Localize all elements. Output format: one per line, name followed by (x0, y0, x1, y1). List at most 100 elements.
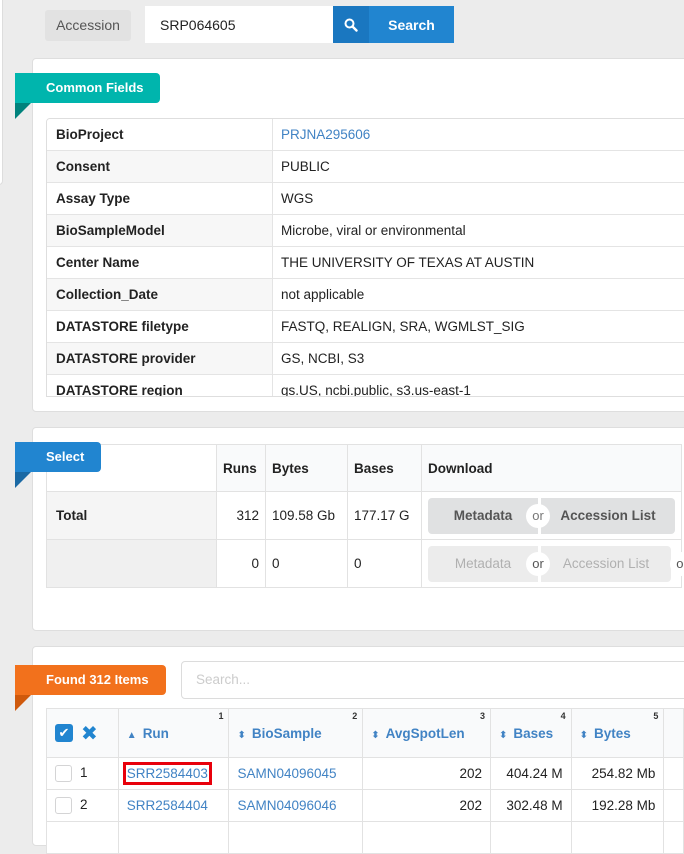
runs-search-input[interactable]: Search... (181, 661, 684, 699)
row-select-cell: 2 (46, 789, 119, 822)
column-number: 5 (653, 711, 659, 721)
found-items-ribbon: Found 312 Items (15, 665, 166, 711)
field-value: GS, NCBI, S3 (281, 351, 365, 366)
field-value: FASTQ, REALIGN, SRA, WGMLST_SIG (281, 319, 525, 334)
column-header-avgspotlen[interactable]: ⬍ AvgSpotLen 3 (362, 708, 491, 758)
selected-download: Metadata or Accession List or (421, 539, 684, 588)
runs-header-row: ✔ ✖ ▲ Run 1 ⬍ BioSample 2 ⬍ AvgSpotLen 3 ⬍ Bases… (46, 708, 684, 758)
selected-accession-list-button[interactable]: Accession List (541, 545, 671, 582)
column-header-run[interactable]: ▲ Run 1 (117, 708, 230, 758)
clear-selection-icon[interactable]: ✖ (81, 723, 98, 745)
bases-cell: 302.48 M (490, 789, 572, 822)
common-field-row: Assay Type WGS (47, 183, 684, 215)
run-cell: SRR2584403 (117, 757, 230, 790)
field-value: WGS (281, 191, 314, 206)
total-accession-list-button[interactable]: Accession List (541, 497, 675, 534)
or-divider: or (526, 503, 550, 528)
select-table: Runs Bytes Bases Download Total 312 109.… (46, 444, 684, 588)
accession-label: Accession (45, 10, 131, 41)
biosample-link[interactable]: SAMN04096046 (237, 798, 336, 813)
selected-runs: 0 (216, 539, 266, 588)
selected-row: 0 0 0 Metadata or Accession List or (46, 539, 684, 588)
header-download: Download (421, 444, 682, 492)
field-value: PRJNA295606 (273, 119, 684, 150)
field-value: not applicable (281, 287, 365, 302)
biosample-link[interactable]: SAMN04096045 (237, 766, 336, 781)
field-key: DATASTORE region (47, 375, 273, 396)
biosample-cell: SAMN04096045 (228, 757, 364, 790)
field-key: BioProject (47, 119, 273, 150)
field-value: PUBLIC (281, 159, 330, 174)
total-bases: 177.17 G (347, 491, 422, 540)
header-bytes: Bytes (265, 444, 348, 492)
field-key: DATASTORE provider (47, 343, 273, 374)
column-label: BioSample (251, 725, 322, 741)
common-fields-table: BioProject PRJNA295606 Consent PUBLIC Assay … (46, 118, 684, 397)
search-button-label: Search (388, 16, 435, 33)
field-key: Assay Type (47, 183, 273, 214)
common-field-row: Consent PUBLIC (47, 151, 684, 183)
total-metadata-button[interactable]: Metadata (428, 497, 538, 534)
biosample-cell (228, 821, 364, 854)
or-divider: or (526, 551, 550, 576)
search-button[interactable]: Search (333, 6, 454, 43)
field-value: Microbe, viral or environmental (281, 223, 466, 238)
field-key: Consent (47, 151, 273, 182)
column-header-bases[interactable]: ⬍ Bases 4 (490, 708, 572, 758)
more-cell (663, 789, 684, 822)
run-link[interactable]: SRR2584404 (127, 798, 208, 813)
column-label: Run (142, 725, 169, 741)
run-link[interactable]: SRR2584403 (122, 762, 212, 785)
column-number: 4 (560, 711, 566, 721)
sort-asc-icon: ▲ (126, 729, 137, 741)
common-field-row: Center Name THE UNIVERSITY OF TEXAS AT AU… (47, 247, 684, 279)
common-field-row: BioProject PRJNA295606 (47, 119, 684, 151)
selected-bases: 0 (347, 539, 422, 588)
field-key: Center Name (47, 247, 273, 278)
common-field-row: DATASTORE provider GS, NCBI, S3 (47, 343, 684, 375)
select-all-checkbox[interactable]: ✔ (55, 724, 73, 742)
bioproject-link[interactable]: PRJNA295606 (281, 127, 370, 142)
accession-input[interactable] (145, 6, 333, 43)
row-checkbox[interactable] (55, 797, 72, 814)
field-value: gs.US, ncbi.public, s3.us-east-1 (281, 383, 471, 397)
header-bases: Bases (347, 444, 422, 492)
field-key: DATASTORE filetype (47, 311, 273, 342)
row-index: 1 (80, 765, 88, 781)
common-field-row: BioSampleModel Microbe, viral or environm… (47, 215, 684, 247)
common-field-row: DATASTORE filetype FASTQ, REALIGN, SRA, W… (47, 311, 684, 343)
sort-icon: ⬍ (237, 729, 246, 741)
total-download: Metadata or Accession List (421, 491, 682, 540)
table-row (46, 821, 684, 854)
total-row: Total 312 109.58 Gb 177.17 G Metadata or… (46, 491, 682, 540)
avgspotlen-cell: 202 (362, 789, 491, 822)
row-index: 2 (80, 797, 88, 813)
select-header-row: Runs Bytes Bases Download (46, 444, 682, 492)
left-panel (0, 0, 3, 185)
column-number: 1 (218, 711, 224, 721)
common-field-row: Collection_Date not applicable (47, 279, 684, 311)
bytes-cell (570, 821, 665, 854)
row-checkbox[interactable] (55, 765, 72, 782)
sort-icon: ⬍ (371, 729, 380, 741)
column-header-biosample[interactable]: ⬍ BioSample 2 (228, 708, 364, 758)
more-cell (663, 757, 684, 790)
row-select-cell: 1 (46, 757, 119, 790)
common-field-row: DATASTORE region gs.US, ncbi.public, s3.u… (47, 375, 684, 397)
selected-metadata-button[interactable]: Metadata (428, 545, 538, 582)
column-number: 3 (479, 711, 485, 721)
avgspotlen-cell: 202 (362, 757, 491, 790)
search-icon (333, 6, 369, 43)
column-label: Bases (513, 725, 554, 741)
field-value: THE UNIVERSITY OF TEXAS AT AUSTIN (281, 255, 535, 270)
common-fields-ribbon: Common Fields (15, 73, 160, 119)
column-label: AvgSpotLen (385, 725, 465, 741)
bases-cell (490, 821, 572, 854)
total-download-group: Metadata or Accession List (428, 497, 675, 534)
bytes-cell: 192.28 Mb (570, 789, 665, 822)
column-number: 2 (352, 711, 358, 721)
column-header-bytes[interactable]: ⬍ Bytes 5 (570, 708, 665, 758)
bytes-cell: 254.82 Mb (570, 757, 665, 790)
avgspotlen-cell (362, 821, 491, 854)
table-row: 1 SRR2584403 SAMN04096045 202 404.24 M 2… (46, 757, 684, 790)
